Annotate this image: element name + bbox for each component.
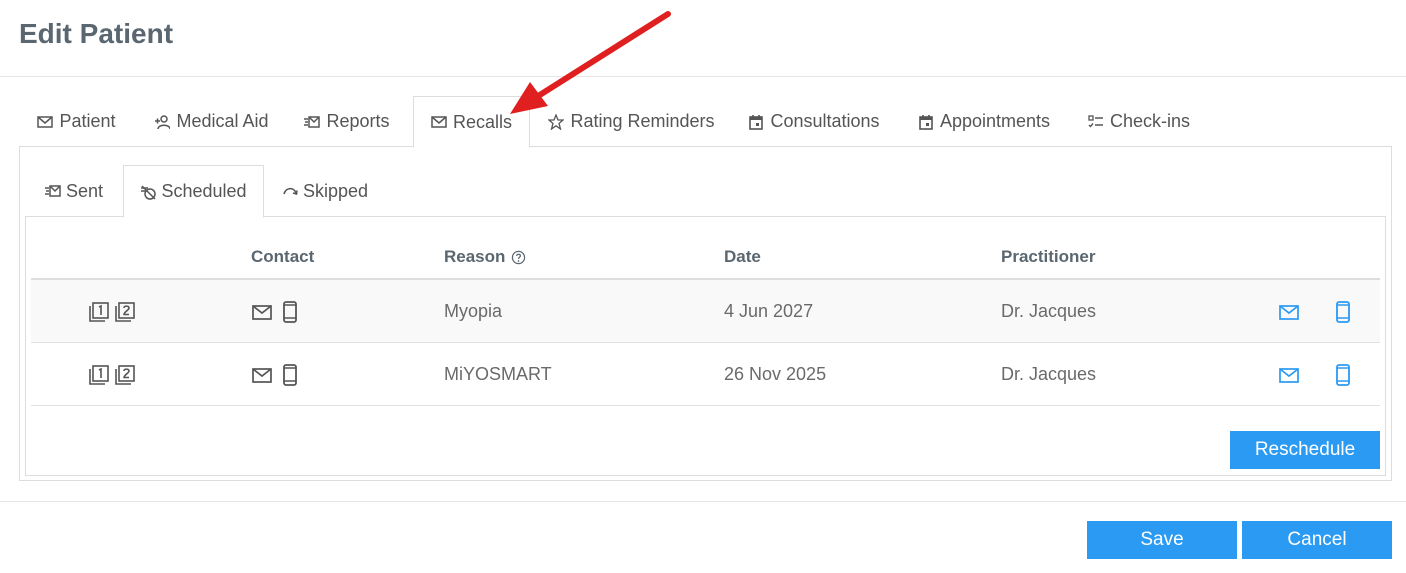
checklist-icon — [1088, 114, 1103, 128]
table-row: Myopia 4 Jun 2027 Dr. Jacques — [31, 280, 1380, 343]
tab-label: Check-ins — [1109, 111, 1191, 131]
main-tab-bar: Patient Medical Aid Reports Recalls Rati… — [19, 96, 1392, 148]
practitioner-cell: Dr. Jacques — [1001, 364, 1097, 384]
add-person-icon — [155, 114, 171, 129]
sub-tab-bar: Sent Scheduled Skipped — [25, 165, 1386, 218]
tab-skipped[interactable]: Skipped — [275, 165, 375, 217]
reason-cell: Myopia — [444, 301, 503, 321]
recall-sequence-icons — [88, 343, 136, 406]
cancel-button[interactable]: Cancel — [1242, 521, 1392, 559]
tab-rating-reminders[interactable]: Rating Reminders — [544, 96, 719, 147]
calendar-icon — [749, 114, 764, 130]
tab-label: Recalls — [452, 111, 513, 132]
column-header-date: Date — [724, 247, 761, 266]
star-icon — [548, 113, 565, 130]
tab-label: Rating Reminders — [570, 111, 715, 131]
mail-icon — [37, 115, 54, 128]
tab-label: Skipped — [302, 180, 369, 201]
phone-icon — [1336, 363, 1350, 386]
contact-methods — [251, 343, 301, 406]
send-sms-button[interactable] — [1332, 280, 1354, 343]
table-row: MiYOSMART 26 Nov 2025 Dr. Jacques — [31, 343, 1380, 406]
filter-1-icon[interactable] — [88, 364, 110, 386]
tab-label: Scheduled — [161, 181, 247, 201]
tab-patient[interactable]: Patient — [19, 96, 134, 147]
tab-sent[interactable]: Sent — [25, 165, 123, 217]
column-header-label: Reason — [444, 247, 506, 266]
tab-label: Patient — [59, 111, 116, 131]
calendar-icon — [919, 114, 933, 130]
mail-icon — [1279, 367, 1299, 383]
tab-scheduled[interactable]: Scheduled — [123, 165, 264, 218]
send-email-button[interactable] — [1278, 343, 1300, 406]
recall-sequence-icons — [88, 280, 136, 343]
mail-icon — [251, 364, 273, 386]
tab-appointments[interactable]: Appointments — [914, 96, 1054, 147]
column-header-contact: Contact — [251, 247, 315, 266]
recalls-table: Contact Reason Date Practitioner Myopia … — [31, 233, 1380, 406]
phone-icon — [279, 300, 301, 323]
tab-check-ins[interactable]: Check-ins — [1084, 96, 1194, 147]
reports-icon — [304, 115, 321, 128]
mail-icon — [1279, 304, 1299, 320]
tab-label: Appointments — [939, 111, 1051, 131]
skip-icon — [283, 187, 298, 196]
save-button[interactable]: Save — [1087, 521, 1237, 559]
reason-cell: MiYOSMART — [444, 364, 552, 384]
phone-icon — [279, 363, 301, 386]
page-title: Edit Patient — [19, 18, 174, 49]
filter-2-icon[interactable] — [114, 364, 136, 386]
reschedule-button[interactable]: Reschedule — [1230, 431, 1380, 469]
mail-icon — [431, 116, 447, 128]
date-cell: 26 Nov 2025 — [724, 364, 827, 384]
filter-2-icon[interactable] — [114, 301, 136, 323]
tab-recalls[interactable]: Recalls — [413, 96, 530, 148]
tab-label: Sent — [65, 180, 104, 201]
filter-1-icon[interactable] — [88, 301, 110, 323]
contact-methods — [251, 280, 301, 343]
column-header-reason: Reason — [444, 247, 526, 267]
mail-icon — [251, 301, 273, 323]
table-header: Contact Reason Date Practitioner — [31, 233, 1380, 280]
tab-label: Reports — [326, 111, 390, 131]
date-cell: 4 Jun 2027 — [724, 301, 814, 321]
send-email-button[interactable] — [1278, 280, 1300, 343]
scheduled-icon — [141, 184, 157, 200]
send-sms-button[interactable] — [1332, 343, 1354, 406]
phone-icon — [1336, 300, 1350, 323]
tab-consultations[interactable]: Consultations — [744, 96, 884, 147]
tab-reports[interactable]: Reports — [297, 96, 397, 147]
tab-label: Medical Aid — [176, 111, 269, 131]
help-icon[interactable] — [511, 250, 526, 265]
modal-header: Edit Patient — [0, 0, 1406, 77]
tab-medical-aid[interactable]: Medical Aid — [144, 96, 279, 147]
tab-label: Consultations — [770, 111, 880, 131]
column-header-practitioner: Practitioner — [1001, 247, 1096, 266]
footer-divider — [0, 501, 1406, 502]
send-mail-icon — [44, 185, 61, 197]
practitioner-cell: Dr. Jacques — [1001, 301, 1097, 321]
